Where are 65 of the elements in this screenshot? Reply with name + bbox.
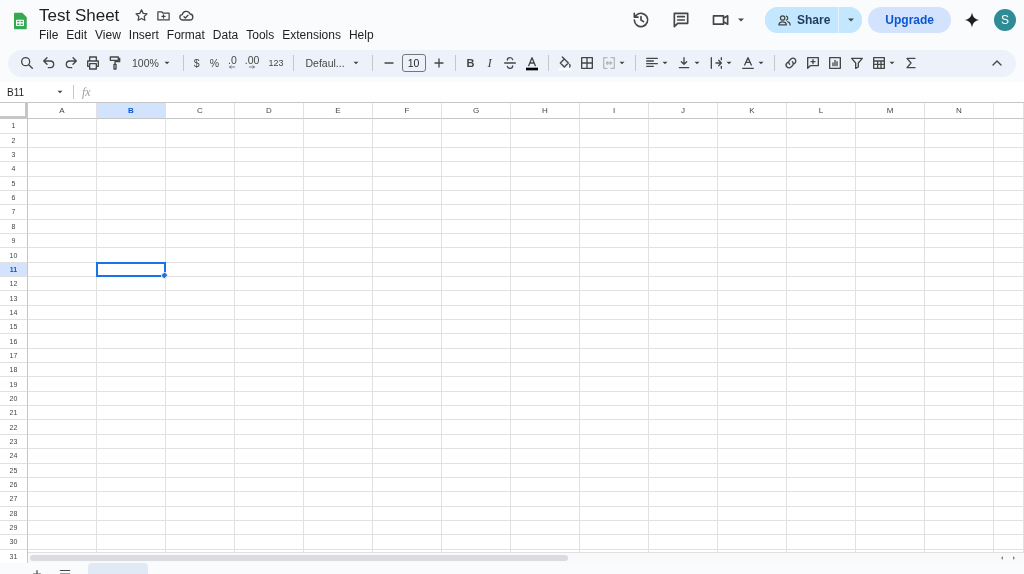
menu-item[interactable]: View (95, 27, 126, 43)
avatar[interactable]: S (994, 9, 1016, 31)
table-icon[interactable] (870, 55, 887, 72)
upgrade-button[interactable]: Upgrade (868, 7, 951, 33)
bold-button[interactable]: B (460, 51, 481, 76)
menu-item[interactable]: Tools (246, 27, 280, 43)
column-header[interactable]: I (580, 103, 649, 120)
horizontal-scrollbar[interactable] (28, 552, 1024, 564)
paint-bucket-icon[interactable] (556, 55, 573, 72)
share-button[interactable]: Share (764, 7, 840, 33)
column-header[interactable]: M (856, 103, 925, 120)
column-header[interactable] (994, 103, 1024, 120)
name-box[interactable]: B11 (0, 82, 69, 103)
italic-button[interactable]: I (480, 51, 499, 76)
filter-icon[interactable] (848, 55, 865, 72)
text-rotate-icon[interactable] (739, 55, 756, 72)
sparkle-icon[interactable] (963, 11, 981, 29)
chart-icon[interactable] (826, 55, 843, 72)
fill-handle[interactable] (161, 272, 168, 280)
star-icon[interactable] (134, 8, 150, 23)
increase-decimal-button[interactable]: .00 (240, 51, 264, 76)
percent-button[interactable]: % (204, 51, 225, 76)
search-icon[interactable] (19, 55, 35, 72)
selected-cell[interactable] (96, 261, 166, 278)
column-header[interactable]: B (97, 103, 166, 120)
column-header[interactable]: N (925, 103, 994, 120)
column-header[interactable]: F (373, 103, 442, 120)
menu-item[interactable]: Data (212, 27, 244, 43)
column-header[interactable]: G (442, 103, 511, 120)
column-header[interactable]: H (511, 103, 580, 120)
function-label: fx (82, 84, 91, 100)
column-header[interactable]: J (649, 103, 718, 120)
text-color-icon[interactable] (523, 55, 540, 72)
menu-item[interactable]: Format (166, 27, 210, 43)
scrollbar-thumb[interactable] (30, 555, 568, 562)
column-header[interactable]: E (304, 103, 373, 120)
menu-item[interactable]: Help (348, 27, 379, 43)
number-format-button[interactable]: 123 (263, 51, 289, 76)
select-all-corner[interactable] (0, 103, 28, 120)
strikethrough-icon[interactable] (501, 55, 518, 72)
menu-item[interactable]: Insert (128, 27, 164, 43)
borders-icon[interactable] (578, 55, 595, 72)
paint-roller-icon[interactable] (107, 55, 123, 72)
document-title[interactable]: Test Sheet (39, 5, 120, 26)
font-size-field[interactable]: 10 (401, 54, 426, 73)
column-header[interactable]: C (166, 103, 235, 120)
menu-item[interactable]: Extensions (282, 27, 346, 43)
zoom-dropdown[interactable]: 100% (126, 51, 178, 76)
menu-item[interactable]: File (39, 27, 64, 43)
folder-icon[interactable] (156, 8, 172, 23)
currency-button[interactable]: $ (188, 51, 205, 76)
merge-cells-icon[interactable] (600, 55, 617, 72)
menu-item[interactable]: Edit (66, 27, 93, 43)
column-header[interactable]: D (235, 103, 304, 120)
arrow-left-icon (228, 63, 237, 72)
people-icon (776, 12, 792, 28)
add-comment-icon[interactable] (804, 55, 821, 72)
decrease-decimal-button[interactable]: .0 (224, 51, 241, 76)
sheet-tab[interactable] (88, 563, 148, 574)
column-header[interactable]: L (787, 103, 856, 120)
font-dropdown[interactable]: Defaul... (299, 51, 367, 76)
arrow-right-icon[interactable] (1010, 554, 1018, 563)
printer-icon[interactable] (85, 55, 101, 72)
column-header[interactable]: K (718, 103, 787, 120)
arrow-right-icon (248, 63, 257, 72)
